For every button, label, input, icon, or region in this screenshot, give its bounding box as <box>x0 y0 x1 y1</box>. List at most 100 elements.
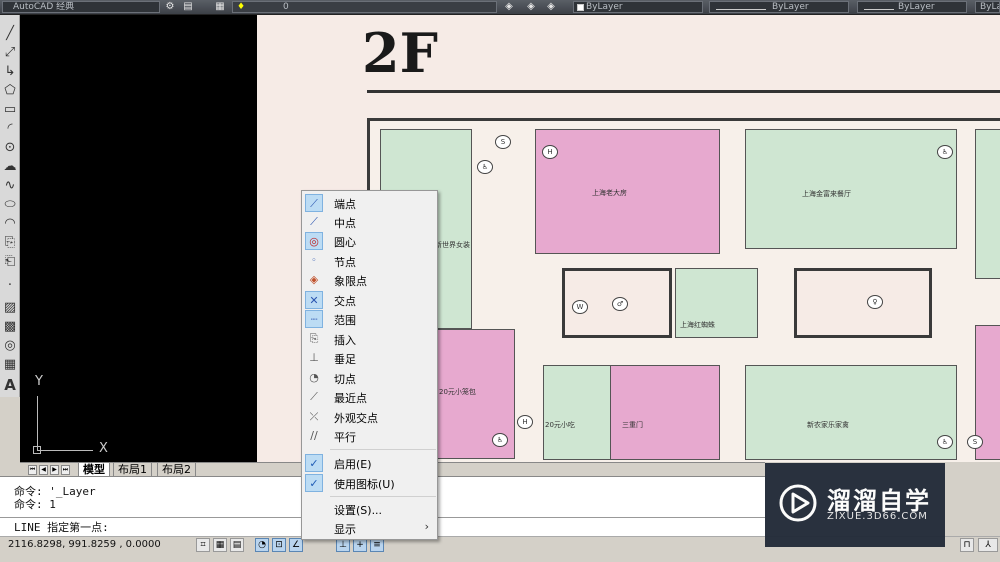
menu-item-label: 范围 <box>334 314 356 327</box>
osnap-context-menu: ⟋ 端点 ⟋ 中点 ◎ 圆心 ◦ 节点 ◈ 象限点 ✕ 交点 ┈ 范围 ⎘ 插入 ⊥ 垂足 ◔ 切点… <box>301 190 438 540</box>
insert-block-icon[interactable]: ⎘ <box>1 234 19 252</box>
menu-item-midpoint[interactable]: ⟋ 中点 <box>304 212 437 231</box>
layer-state-icon[interactable]: ◈ <box>545 1 557 13</box>
workspace-dropdown[interactable]: AutoCAD 经典 <box>2 1 160 13</box>
object-snap-icon[interactable]: ⊡ <box>272 538 286 552</box>
multiline-text-icon[interactable]: A <box>1 376 19 394</box>
layer-dropdown[interactable]: ♦ 0 <box>232 1 497 13</box>
menu-item-perpendicular[interactable]: ⊥ 垂足 <box>304 348 437 367</box>
menu-item-label: 象限点 <box>334 275 367 288</box>
annotation-scale-icon[interactable]: ⊓ <box>960 538 974 552</box>
polar-tracking-icon[interactable]: ◔ <box>255 538 269 552</box>
command-prompt[interactable]: LINE 指定第一点: <box>14 519 109 535</box>
fixture-symbol: W <box>572 300 588 314</box>
linetype-dropdown[interactable]: ByLayer <box>709 1 849 13</box>
center-icon: ◎ <box>305 232 323 250</box>
table-icon[interactable]: ▦ <box>1 356 19 374</box>
coordinate-readout: 2116.8298, 991.8259 , 0.0000 <box>8 539 161 550</box>
menu-item-extension[interactable]: ┈ 范围 <box>304 309 437 328</box>
ucs-origin <box>33 446 41 454</box>
menu-item-settings[interactable]: 设置(S)... <box>304 499 437 518</box>
tab-model[interactable]: 模型 <box>78 463 110 477</box>
menu-item-label: 垂足 <box>334 353 356 366</box>
hatch-icon[interactable]: ▨ <box>1 299 19 317</box>
fixture-symbol: S <box>495 135 511 149</box>
snap-mode-icon[interactable]: ▦ <box>213 538 227 552</box>
make-block-icon[interactable]: ⎗ <box>1 253 19 271</box>
lineweight-dropdown[interactable]: ByLayer <box>857 1 967 13</box>
lineweight-toggle-icon[interactable]: ≡ <box>370 538 384 552</box>
menu-item-parallel[interactable]: ∕∕ 平行 <box>304 426 437 445</box>
menu-item-display[interactable]: 显示 › <box>304 518 437 537</box>
fixture-symbol: H <box>542 145 558 159</box>
ellipse-arc-icon[interactable]: ◠ <box>1 215 19 233</box>
checkmark-icon: ✓ <box>305 474 323 492</box>
layer-match-icon[interactable]: ◈ <box>525 1 537 13</box>
room-label: 上海老大房 <box>592 189 627 197</box>
room-label: 新农家乐家禽 <box>807 421 849 429</box>
room-label: 上海金富来餐厅 <box>802 190 851 198</box>
tab-last-button[interactable]: ⏭ <box>61 465 70 475</box>
ucs-x-label: X <box>99 441 108 456</box>
tab-first-button[interactable]: ⏮ <box>28 465 37 475</box>
point-icon[interactable]: · <box>1 277 19 295</box>
menu-item-node[interactable]: ◦ 节点 <box>304 251 437 270</box>
dynamic-input-icon[interactable]: + <box>353 538 367 552</box>
menu-item-tangent[interactable]: ◔ 切点 <box>304 368 437 387</box>
draw-toolbar: ╱ ⤢ ↳ ⬠ ▭ ◜ ⊙ ☁ ∿ ⬭ ◠ ⎘ ⎗ · ▨ ▩ ◎ ▦ A <box>0 15 20 397</box>
circle-icon[interactable]: ⊙ <box>1 139 19 157</box>
workspace-icon[interactable]: ▤ <box>182 1 194 13</box>
menu-item-insert[interactable]: ⎘ 插入 <box>304 329 437 348</box>
menu-item-use-icons[interactable]: ✓ 使用图标(U) <box>304 473 437 492</box>
fixture-symbol: ♿ <box>937 145 953 159</box>
revcloud-icon[interactable]: ☁ <box>1 158 19 176</box>
construction-line-icon[interactable]: ⤢ <box>1 44 19 62</box>
command-history-line: 命令: 1 <box>14 498 56 511</box>
room-south-green-2 <box>745 365 957 460</box>
menu-item-apparent-intersection[interactable]: ⤫ 外观交点 <box>304 407 437 426</box>
ellipse-icon[interactable]: ⬭ <box>1 196 19 214</box>
menu-item-quadrant[interactable]: ◈ 象限点 <box>304 270 437 289</box>
room-label: 新世界女装 <box>435 241 470 249</box>
arc-icon[interactable]: ◜ <box>1 120 19 138</box>
infer-constraints-icon[interactable]: ⌗ <box>196 538 210 552</box>
menu-item-intersection[interactable]: ✕ 交点 <box>304 290 437 309</box>
polyline-icon[interactable]: ↳ <box>1 63 19 81</box>
menu-item-center[interactable]: ◎ 圆心 <box>304 231 437 250</box>
model-space-dark <box>20 15 257 462</box>
grid-display-icon[interactable]: ▤ <box>230 538 244 552</box>
dynamic-ucs-icon[interactable]: ⊥ <box>336 538 350 552</box>
plotstyle-dropdown[interactable]: ByLa <box>975 1 1000 13</box>
tab-layout2[interactable]: 布局2 <box>157 463 196 477</box>
linetype-label: ByLayer <box>772 2 809 12</box>
layer-previous-icon[interactable]: ◈ <box>503 1 515 13</box>
room-label: 20元小笼包 <box>439 388 476 396</box>
node-icon: ◦ <box>311 256 317 266</box>
menu-item-nearest[interactable]: ⟋ 最近点 <box>304 387 437 406</box>
gradient-icon[interactable]: ▩ <box>1 318 19 336</box>
parallel-icon: ∕∕ <box>310 429 318 442</box>
menu-item-label: 最近点 <box>334 392 367 405</box>
floor-label: 2F <box>362 21 438 85</box>
gear-icon[interactable]: ⚙ <box>164 1 176 13</box>
perpendicular-icon: ⊥ <box>309 351 319 364</box>
color-dropdown[interactable]: ByLayer <box>573 1 703 13</box>
fixture-symbol: S <box>967 435 983 449</box>
spline-icon[interactable]: ∿ <box>1 177 19 195</box>
rectangle-icon[interactable]: ▭ <box>1 101 19 119</box>
annotation-visibility-icon[interactable]: ⅄ <box>978 538 998 552</box>
fixture-symbol: ♿ <box>492 433 508 447</box>
menu-item-label: 圆心 <box>334 236 356 249</box>
top-toolbar: AutoCAD 经典 ⚙ ▤ ▦ ♦ 0 ◈ ◈ ◈ ByLayer ByLay… <box>0 0 1000 15</box>
3d-osnap-icon[interactable]: ∠ <box>289 538 303 552</box>
tab-layout1[interactable]: 布局1 <box>113 463 152 477</box>
tab-prev-button[interactable]: ◀ <box>39 465 48 475</box>
tab-next-button[interactable]: ▶ <box>50 465 59 475</box>
line-tool-icon[interactable]: ╱ <box>1 25 19 43</box>
polygon-icon[interactable]: ⬠ <box>1 82 19 100</box>
region-icon[interactable]: ◎ <box>1 337 19 355</box>
menu-item-label: 使用图标(U) <box>334 478 395 491</box>
menu-item-enable[interactable]: ✓ 启用(E) <box>304 453 437 472</box>
layer-manager-icon[interactable]: ▦ <box>214 1 226 13</box>
menu-item-endpoint[interactable]: ⟋ 端点 <box>304 193 437 212</box>
